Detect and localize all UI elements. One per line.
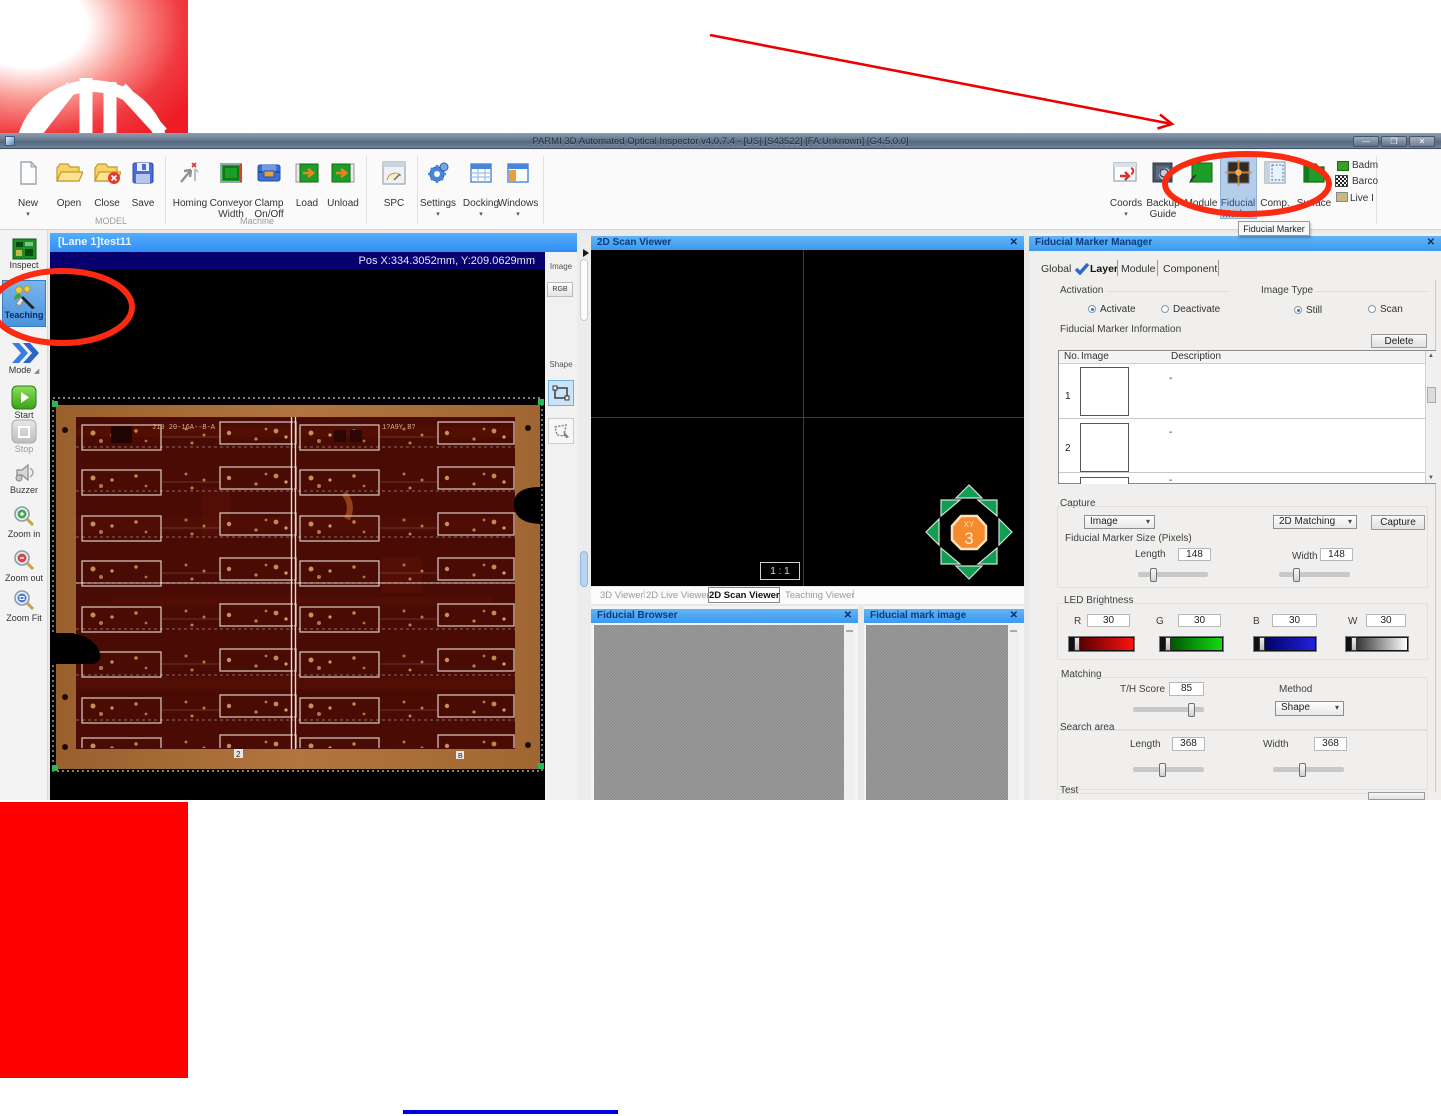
svg-text:XY: XY (964, 520, 975, 529)
svg-text:2: 2 (236, 750, 241, 759)
svg-text:1?A9Y B?: 1?A9Y B? (382, 424, 416, 432)
svg-text:B: B (458, 753, 463, 760)
svg-text:J10 20-16A--B-A: J10 20-16A--B-A (152, 424, 216, 432)
svg-text:3: 3 (964, 529, 973, 548)
